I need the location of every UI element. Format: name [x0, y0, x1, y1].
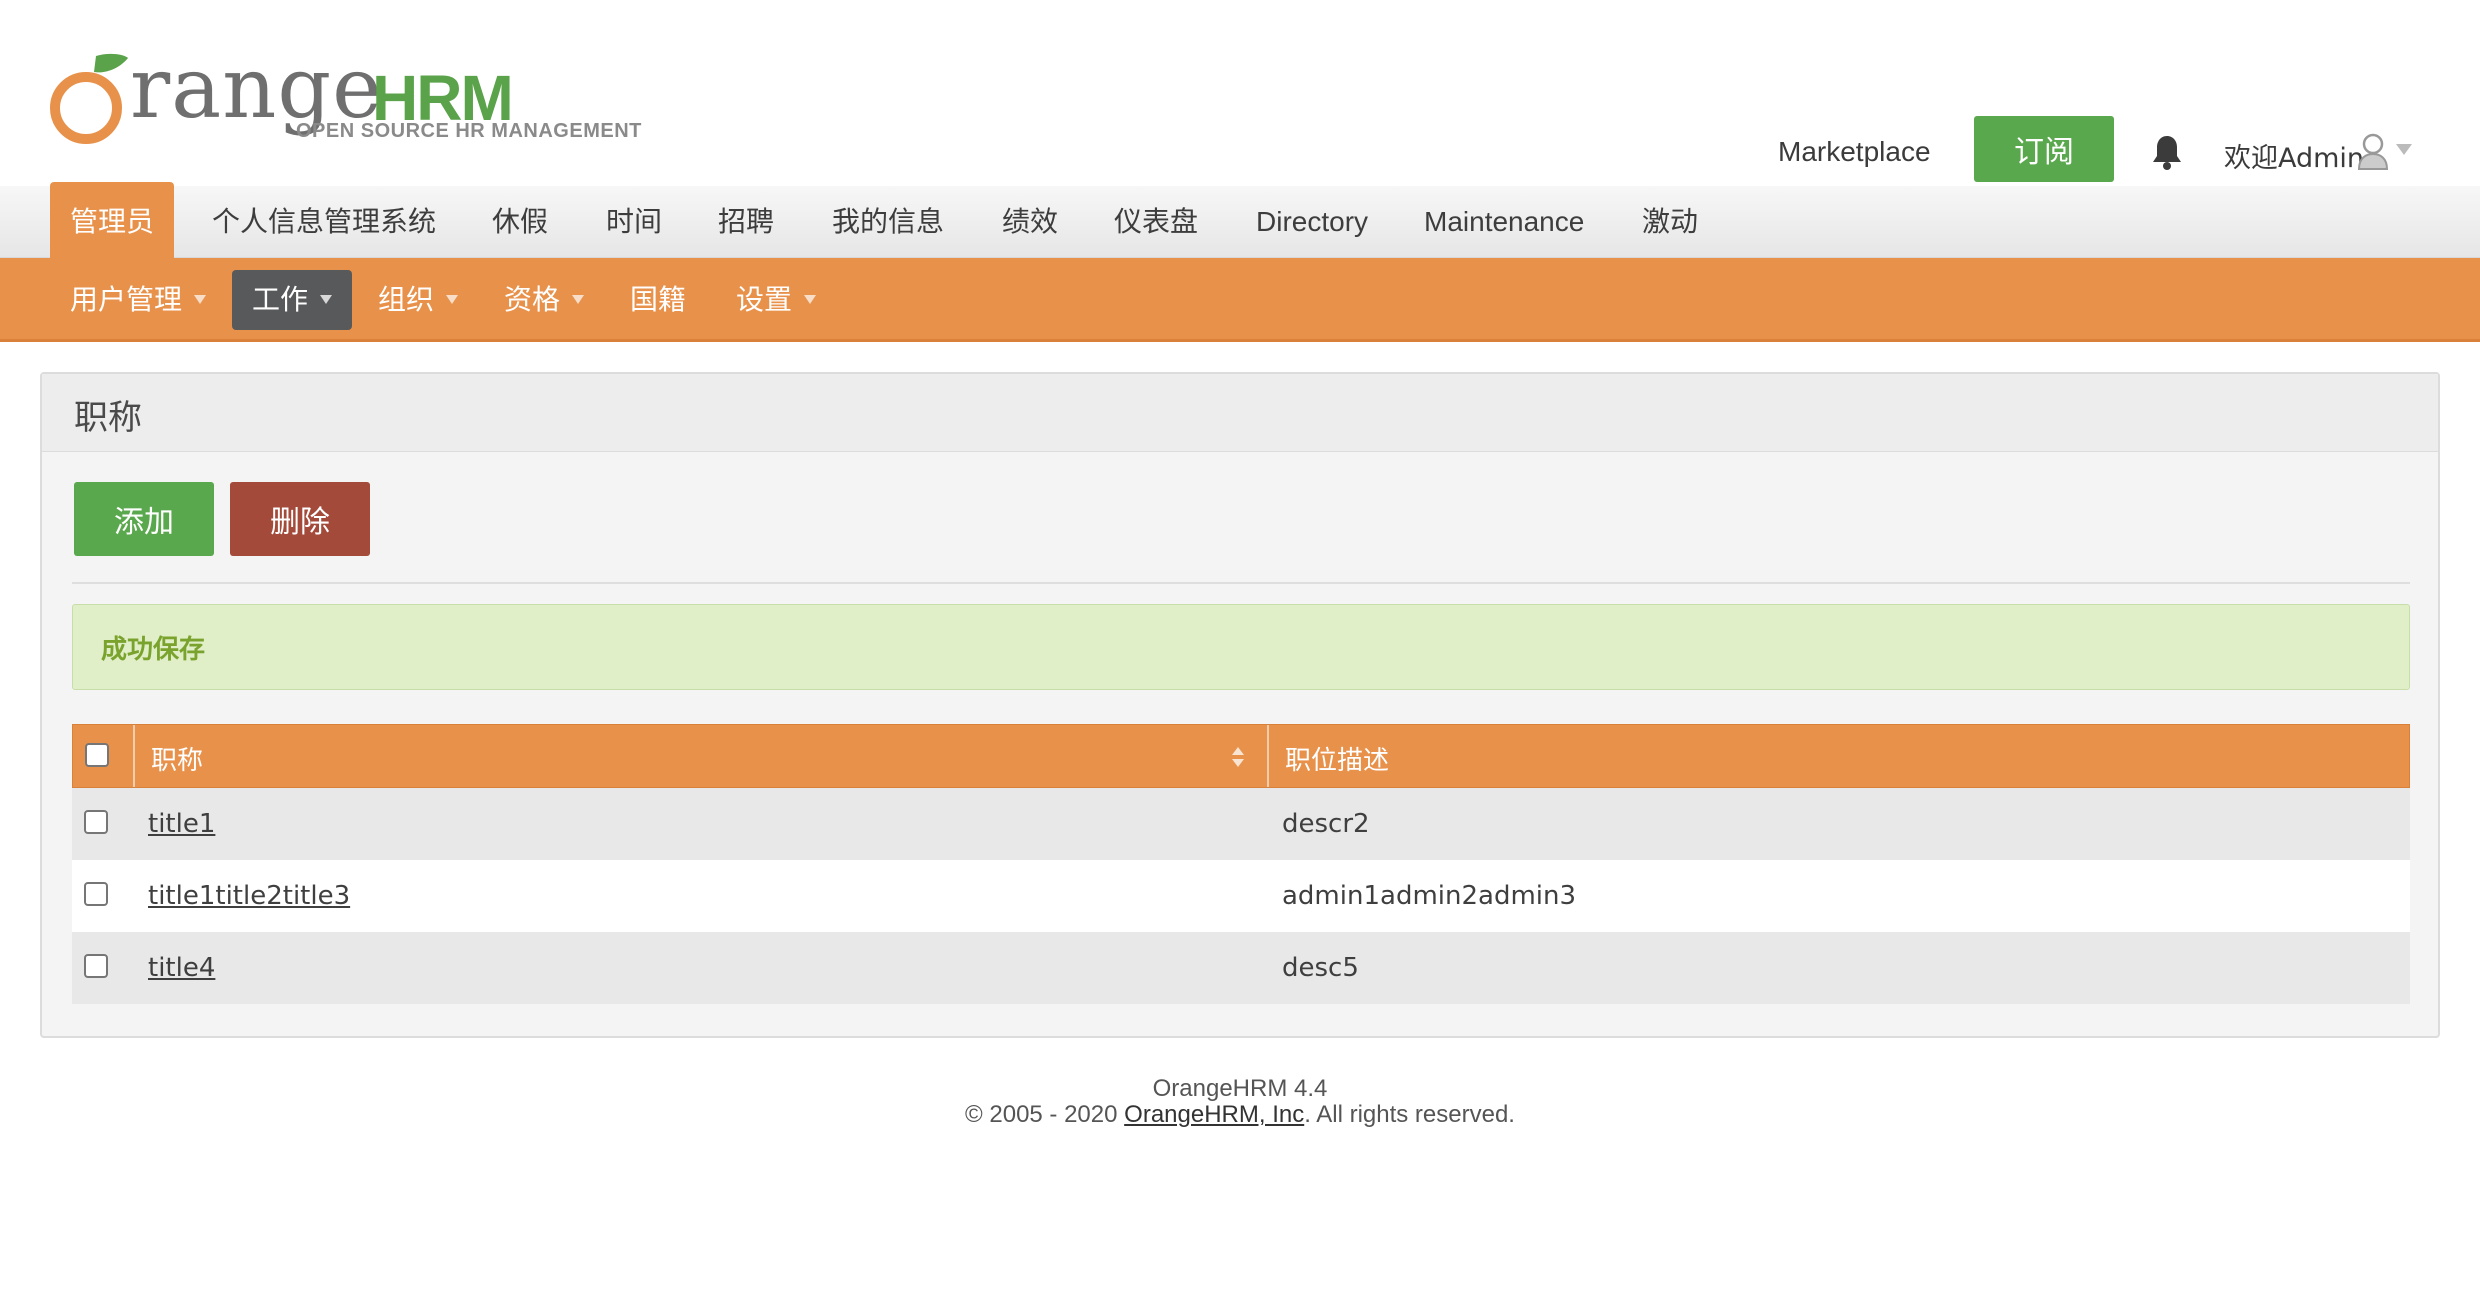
- column-header-title[interactable]: 职称: [151, 725, 203, 787]
- subscribe-button[interactable]: 订阅: [1974, 116, 2114, 182]
- menu-my-info[interactable]: 我的信息: [832, 186, 944, 258]
- caret-down-icon: [572, 294, 585, 304]
- caret-down-icon: [446, 294, 459, 304]
- caret-down-icon: [804, 294, 817, 304]
- sub-navigation: 用户管理 工作 组织 资格 国籍 设置: [0, 258, 2480, 342]
- submenu-qualifications[interactable]: 资格: [504, 270, 585, 330]
- menu-dashboard[interactable]: 仪表盘: [1114, 186, 1198, 258]
- menu-leave[interactable]: 休假: [492, 186, 548, 258]
- job-title-link[interactable]: title1: [148, 809, 215, 839]
- job-description: descr2: [1282, 809, 1370, 839]
- column-divider: [133, 725, 135, 787]
- caret-down-icon: [320, 294, 333, 304]
- submenu-label: 国籍: [630, 283, 687, 316]
- delete-button[interactable]: 删除: [230, 482, 370, 556]
- marketplace-link[interactable]: Marketplace: [1778, 136, 1931, 168]
- menu-directory[interactable]: Directory: [1256, 186, 1368, 258]
- success-alert: 成功保存: [72, 604, 2410, 690]
- footer: OrangeHRM 4.4 © 2005 - 2020 OrangeHRM, I…: [0, 1076, 2480, 1128]
- submenu-nationalities[interactable]: 国籍: [630, 270, 686, 330]
- submenu-label: 工作: [252, 283, 309, 316]
- row-checkbox[interactable]: [84, 954, 108, 978]
- submenu-job[interactable]: 工作: [232, 270, 353, 330]
- main-navigation: 管理员 个人信息管理系统 休假 时间 招聘 我的信息 绩效 仪表盘 Direct…: [0, 182, 2480, 258]
- submenu-organization[interactable]: 组织: [378, 270, 459, 330]
- submenu-label: 资格: [504, 283, 561, 316]
- menu-performance[interactable]: 绩效: [1002, 186, 1058, 258]
- table-row: title1 descr2: [72, 788, 2410, 860]
- job-title-link[interactable]: title1title2title3: [148, 881, 350, 911]
- footer-copyright: © 2005 - 2020 OrangeHRM, Inc. All rights…: [0, 1102, 2480, 1128]
- job-description: desc5: [1282, 953, 1359, 983]
- footer-version: OrangeHRM 4.4: [1152, 1075, 1328, 1102]
- header: range HRM OPEN SOURCE HR MANAGEMENT Mark…: [0, 0, 2480, 186]
- row-checkbox[interactable]: [84, 810, 108, 834]
- user-avatar-icon[interactable]: [2356, 132, 2390, 170]
- submenu-label: 设置: [736, 283, 793, 316]
- chevron-down-icon[interactable]: [2396, 144, 2412, 155]
- submenu-configuration[interactable]: 设置: [736, 270, 817, 330]
- menu-maintenance[interactable]: Maintenance: [1424, 186, 1584, 258]
- caret-down-icon: [194, 294, 207, 304]
- submenu-label: 用户管理: [70, 283, 183, 316]
- menu-recruitment[interactable]: 招聘: [718, 186, 774, 258]
- job-titles-panel: 职称 添加 删除 成功保存 职称 职位描述 title1 descr2 titl…: [40, 372, 2440, 1038]
- job-titles-table: 职称 职位描述 title1 descr2 title1title2title3…: [72, 724, 2410, 1004]
- add-button[interactable]: 添加: [74, 482, 214, 556]
- copyright-suffix: . All rights reserved.: [1304, 1101, 1515, 1128]
- row-checkbox[interactable]: [84, 882, 108, 906]
- page-title: 职称: [74, 398, 142, 438]
- sort-icon[interactable]: [1231, 745, 1245, 769]
- column-divider: [1267, 725, 1269, 787]
- copyright-prefix: © 2005 - 2020: [965, 1101, 1125, 1128]
- menu-time[interactable]: 时间: [606, 186, 662, 258]
- menu-admin[interactable]: 管理员: [50, 182, 174, 258]
- submenu-label: 组织: [378, 283, 435, 316]
- column-header-description: 职位描述: [1285, 746, 1390, 776]
- select-all-checkbox[interactable]: [85, 743, 109, 767]
- divider: [72, 582, 2410, 584]
- table-row: title1title2title3 admin1admin2admin3: [72, 860, 2410, 932]
- success-message: 成功保存: [101, 635, 206, 665]
- company-link[interactable]: OrangeHRM, Inc: [1124, 1101, 1304, 1128]
- orange-logo-icon: [50, 53, 128, 144]
- submenu-user-management[interactable]: 用户管理: [70, 270, 207, 330]
- table-header: 职称 职位描述: [72, 724, 2410, 788]
- panel-header: 职称: [42, 374, 2438, 452]
- welcome-user-label[interactable]: 欢迎Admin: [2224, 136, 2364, 175]
- bell-icon[interactable]: [2150, 134, 2184, 170]
- logo-tagline: OPEN SOURCE HR MANAGEMENT: [296, 120, 642, 142]
- orangehrm-logo[interactable]: range HRM OPEN SOURCE HR MANAGEMENT: [46, 24, 641, 154]
- menu-buzz[interactable]: 激动: [1642, 186, 1698, 258]
- menu-pim[interactable]: 个人信息管理系统: [212, 186, 436, 258]
- job-description: admin1admin2admin3: [1282, 881, 1577, 911]
- job-title-link[interactable]: title4: [148, 953, 215, 983]
- table-row: title4 desc5: [72, 932, 2410, 1004]
